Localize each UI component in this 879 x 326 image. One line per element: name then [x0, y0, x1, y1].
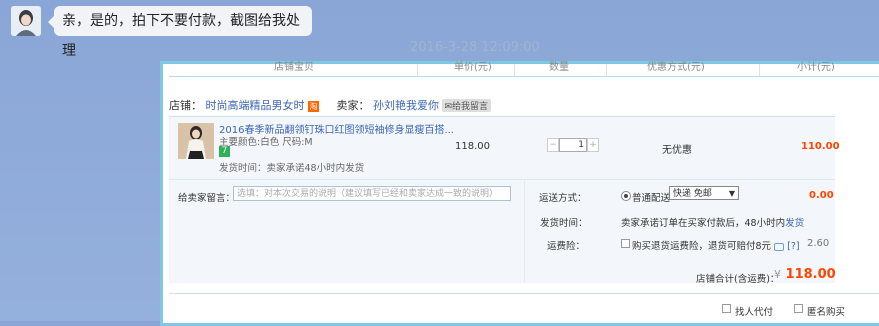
ship-fee: 0.00	[809, 190, 834, 201]
seller-label: 卖家：	[336, 99, 370, 112]
tmall-icon: 淘	[308, 100, 319, 112]
header-item: 店铺宝贝	[274, 62, 314, 73]
ship-method-label: 运送方式：	[539, 193, 587, 204]
total-label: 店铺合计(含运费)：	[696, 274, 780, 285]
divider	[606, 64, 607, 76]
shop-label: 店铺：	[169, 99, 202, 112]
dropdown-arrow-icon: ▼	[728, 189, 735, 198]
ship-option-label: 普通配送	[632, 193, 671, 204]
proxy-pay-label: 找人代付	[735, 307, 774, 318]
divider	[417, 64, 418, 76]
chat-timestamp: 2016-3-28 12:09:00	[410, 40, 540, 55]
proxy-pay-checkbox[interactable]	[722, 304, 731, 313]
shop-row: 店铺： 时尚高端精品男女时 淘 卖家： 孙刘艳我爱你 ✉给我留言	[169, 97, 492, 113]
currency-symbol: ¥	[774, 268, 781, 281]
avatar[interactable]	[11, 6, 41, 36]
product-spec: 主要颜色:白色 尺码:M	[219, 137, 313, 148]
qty-plus-button[interactable]: +	[587, 138, 599, 152]
order-item-row: 2016春季新品翻领钉珠口红图领短袖修身显瘦百搭... 主要颜色:白色 尺码:M…	[169, 116, 840, 179]
product-thumbnail[interactable]	[178, 123, 214, 159]
divider	[759, 64, 760, 76]
divider	[514, 64, 515, 76]
order-screenshot[interactable]: 店铺宝贝 单价(元) 数量 优惠方式(元) 小计(元) 店铺： 时尚高端精品男女…	[160, 61, 879, 326]
delivery-text-main: 卖家承诺订单在买家付款后，48小时内	[621, 218, 786, 229]
delivery-label: 发货时间：	[540, 218, 588, 229]
order-table-header: 店铺宝贝 单价(元) 数量 优惠方式(元) 小计(元)	[169, 62, 879, 77]
insurance-fee: 2.60	[807, 238, 830, 249]
chat-icon: ✉	[444, 102, 453, 112]
delivery-link[interactable]: 发货	[785, 218, 804, 229]
seller-memo-input[interactable]: 选填：对本次交易的说明（建议填写已经和卖家达成一致的说明）	[233, 186, 511, 201]
ship-time: 发货时间：卖家承诺48小时内发货	[219, 163, 365, 174]
header-price: 单价(元)	[454, 62, 492, 73]
item-subtotal: 110.00	[801, 141, 840, 152]
chat-bubble-icon[interactable]	[774, 242, 785, 251]
ship-select[interactable]: 快递 免邮 ▼	[669, 186, 739, 200]
chat-message-bubble: 亲，是的，拍下不要付款，截图给我处理	[48, 6, 312, 59]
message-seller-button[interactable]: ✉给我留言	[442, 99, 492, 112]
anonymous-label: 匿名购买	[807, 307, 846, 318]
divider	[169, 293, 879, 294]
insurance-text-main: 购买退货运费险，退货可赔付8元	[632, 241, 772, 252]
ship-select-value: 快递 免邮	[673, 189, 712, 199]
anonymous-checkbox[interactable]	[794, 304, 803, 313]
shop-total: ¥ 118.00	[774, 267, 836, 282]
header-discount: 优惠方式(元)	[647, 62, 705, 73]
memo-label: 给卖家留言：	[178, 193, 236, 204]
qty-input[interactable]: 1	[559, 138, 587, 152]
divider	[524, 180, 525, 283]
unit-price: 118.00	[455, 141, 490, 152]
discount-value: 无优惠	[662, 145, 692, 156]
delivery-text: 卖家承诺订单在买家付款后，48小时内发货	[621, 215, 804, 229]
ship-radio[interactable]	[621, 191, 631, 201]
insurance-label: 运费险：	[547, 241, 586, 252]
message-seller-label: 给我留言	[452, 102, 489, 112]
shop-name-link[interactable]: 时尚高端精品男女时	[206, 99, 305, 112]
insurance-checkbox[interactable]	[621, 239, 630, 248]
header-subtotal: 小计(元)	[797, 62, 835, 73]
seller-name-link[interactable]: 孙刘艳我爱你	[373, 99, 439, 112]
order-options: 给卖家留言： 选填：对本次交易的说明（建议填写已经和卖家达成一致的说明） 运送方…	[169, 179, 835, 283]
seven-day-return-icon: 7	[219, 146, 230, 157]
qty-minus-button[interactable]: −	[547, 138, 559, 152]
header-qty: 数量	[549, 62, 569, 73]
insurance-help-link[interactable]: [?]	[787, 241, 799, 252]
total-value: 118.00	[785, 267, 836, 282]
insurance-text: 购买退货运费险，退货可赔付8元 [?]	[632, 238, 800, 252]
